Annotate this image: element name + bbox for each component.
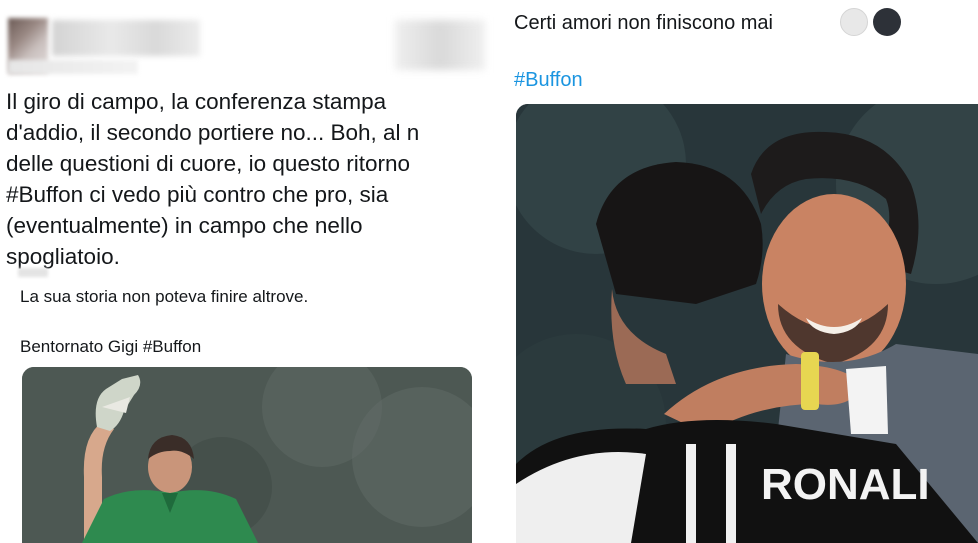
hashtag-link[interactable]: #Buffon [514, 66, 583, 94]
display-name-redacted [52, 20, 200, 56]
embrace-photo-illustration: RONALI [516, 104, 978, 543]
handle-redacted [8, 60, 138, 74]
right-tweet: Certi amori non finiscono mai #Buffon RO… [496, 0, 978, 543]
jersey-lettering: RONALI [761, 460, 930, 509]
tweet-meta-redacted [395, 20, 485, 70]
white-circle-emoji-icon [840, 8, 868, 36]
tweet-text: Il giro di campo, la conferenza stampa d… [6, 89, 420, 269]
black-circle-emoji-icon [873, 8, 901, 36]
tweet-photo[interactable]: RONALI [516, 104, 978, 543]
goalkeeper-photo-illustration [22, 367, 472, 543]
quoted-tweet-photo[interactable] [22, 367, 472, 543]
quoted-tweet-text: La sua storia non poteva finire altrove. [20, 287, 309, 306]
tweet-text: Certi amori non finiscono mai [514, 12, 773, 34]
left-tweet: Il giro di campo, la conferenza stampa d… [0, 0, 492, 543]
quoted-author-redacted [18, 268, 48, 277]
quoted-tweet-hashtag-line[interactable]: Bentornato Gigi #Buffon [20, 336, 201, 358]
